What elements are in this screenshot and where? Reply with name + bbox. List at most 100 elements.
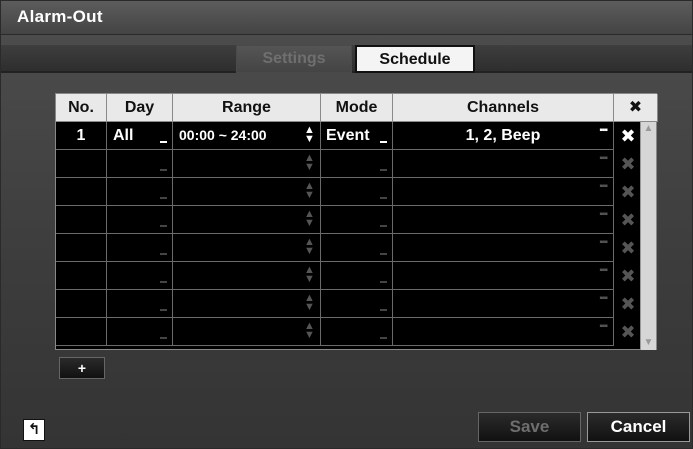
dropdown-corner-icon xyxy=(160,225,167,227)
back-button[interactable]: ↰ xyxy=(23,419,45,441)
up-down-spinner-icon: ▲ ▼ xyxy=(304,208,315,229)
delete-row-button[interactable]: ✖ xyxy=(614,206,642,234)
dropdown-corner-icon xyxy=(380,169,387,171)
range-value: 00:00 ~ 24:00 xyxy=(179,127,267,143)
dropdown-corner-icon xyxy=(160,253,167,255)
close-icon: ✖ xyxy=(620,154,636,174)
dropdown-corner-icon xyxy=(380,253,387,255)
tab-bar: Settings Schedule xyxy=(1,45,692,73)
column-header-channels: Channels xyxy=(393,94,614,122)
ellipsis-icon: ▪▪▪ xyxy=(599,237,608,248)
mode-select[interactable] xyxy=(321,206,393,234)
mode-select[interactable] xyxy=(321,178,393,206)
dropdown-corner-icon xyxy=(380,225,387,227)
close-icon: ✖ xyxy=(620,238,636,258)
row-number xyxy=(56,262,107,290)
channels-select[interactable]: ▪▪▪ xyxy=(393,206,614,234)
dropdown-corner-icon xyxy=(160,197,167,199)
title-bar: Alarm-Out xyxy=(1,1,692,35)
range-spinner[interactable]: ▲ ▼ xyxy=(173,150,321,178)
dropdown-corner-icon xyxy=(160,337,167,339)
row-number xyxy=(56,150,107,178)
column-header-day: Day xyxy=(107,94,173,122)
delete-row-button[interactable]: ✖ xyxy=(614,178,642,206)
channels-select[interactable]: ▪▪▪ xyxy=(393,234,614,262)
delete-row-button[interactable]: ✖ xyxy=(614,262,642,290)
channels-select[interactable]: ▪▪▪ xyxy=(393,290,614,318)
dropdown-corner-icon xyxy=(380,281,387,283)
tab-schedule[interactable]: Schedule xyxy=(355,45,475,73)
channels-select[interactable]: ▪▪▪ xyxy=(393,178,614,206)
close-icon: ✖ xyxy=(628,99,643,116)
cancel-button[interactable]: Cancel xyxy=(587,412,690,442)
row-number xyxy=(56,206,107,234)
mode-select[interactable] xyxy=(321,150,393,178)
up-down-spinner-icon: ▲ ▼ xyxy=(304,236,315,257)
up-down-spinner-icon: ▲ ▼ xyxy=(304,180,315,201)
dropdown-corner-icon xyxy=(380,309,387,311)
close-icon: ✖ xyxy=(620,210,636,230)
day-select[interactable] xyxy=(107,290,173,318)
delete-row-button[interactable]: ✖ xyxy=(614,290,642,318)
row-number xyxy=(56,178,107,206)
dropdown-corner-icon xyxy=(160,309,167,311)
scroll-down-arrow-icon[interactable]: ▼ xyxy=(641,336,656,350)
table-scrollbar[interactable]: ▲ ▼ xyxy=(640,122,656,350)
delete-row-button[interactable]: ✖ xyxy=(614,318,642,346)
day-value: All xyxy=(113,127,134,144)
dropdown-corner-icon xyxy=(160,169,167,171)
mode-select[interactable] xyxy=(321,234,393,262)
column-header-range: Range xyxy=(173,94,321,122)
close-icon: ✖ xyxy=(620,294,636,314)
range-spinner[interactable]: ▲ ▼ xyxy=(173,206,321,234)
mode-select[interactable] xyxy=(321,262,393,290)
close-icon: ✖ xyxy=(620,126,636,146)
delete-row-button[interactable]: ✖ xyxy=(614,150,642,178)
day-select[interactable] xyxy=(107,262,173,290)
channels-value: 1, 2, Beep xyxy=(465,127,541,144)
ellipsis-icon: ▪▪▪ xyxy=(599,125,608,136)
range-spinner[interactable]: ▲ ▼ xyxy=(173,262,321,290)
delete-row-button[interactable]: ✖ xyxy=(614,234,642,262)
ellipsis-icon: ▪▪▪ xyxy=(599,321,608,332)
day-select[interactable]: All xyxy=(107,122,173,150)
channels-select[interactable]: 1, 2, Beep ▪▪▪ xyxy=(393,122,614,150)
range-spinner[interactable]: ▲ ▼ xyxy=(173,318,321,346)
close-icon: ✖ xyxy=(620,266,636,286)
day-select[interactable] xyxy=(107,234,173,262)
schedule-table: No. Day Range Mode Channels ✖ 1 All 00:0… xyxy=(55,93,658,350)
up-down-spinner-icon: ▲ ▼ xyxy=(304,320,315,341)
mode-select[interactable] xyxy=(321,290,393,318)
mode-select[interactable]: Event xyxy=(321,122,393,150)
day-select[interactable] xyxy=(107,318,173,346)
row-number xyxy=(56,290,107,318)
channels-select[interactable]: ▪▪▪ xyxy=(393,318,614,346)
up-down-spinner-icon: ▲ ▼ xyxy=(304,124,315,145)
range-spinner[interactable]: ▲ ▼ xyxy=(173,234,321,262)
mode-select[interactable] xyxy=(321,318,393,346)
range-spinner[interactable]: ▲ ▼ xyxy=(173,290,321,318)
close-icon: ✖ xyxy=(620,322,636,342)
up-down-spinner-icon: ▲ ▼ xyxy=(304,264,315,285)
row-number xyxy=(56,234,107,262)
ellipsis-icon: ▪▪▪ xyxy=(599,293,608,304)
window-title: Alarm-Out xyxy=(17,7,103,26)
tab-settings[interactable]: Settings xyxy=(236,45,352,73)
range-spinner[interactable]: 00:00 ~ 24:00 ▲ ▼ xyxy=(173,122,321,150)
day-select[interactable] xyxy=(107,206,173,234)
dropdown-corner-icon xyxy=(380,141,387,143)
ellipsis-icon: ▪▪▪ xyxy=(599,153,608,164)
save-button[interactable]: Save xyxy=(478,412,581,442)
row-number xyxy=(56,318,107,346)
day-select[interactable] xyxy=(107,150,173,178)
up-down-spinner-icon: ▲ ▼ xyxy=(304,292,315,313)
delete-row-button[interactable]: ✖ xyxy=(614,122,642,150)
channels-select[interactable]: ▪▪▪ xyxy=(393,262,614,290)
scroll-up-arrow-icon[interactable]: ▲ xyxy=(641,122,656,136)
row-number: 1 xyxy=(56,122,107,150)
channels-select[interactable]: ▪▪▪ xyxy=(393,150,614,178)
day-select[interactable] xyxy=(107,178,173,206)
mode-value: Event xyxy=(326,127,370,144)
range-spinner[interactable]: ▲ ▼ xyxy=(173,178,321,206)
add-schedule-button[interactable]: + xyxy=(59,357,105,379)
